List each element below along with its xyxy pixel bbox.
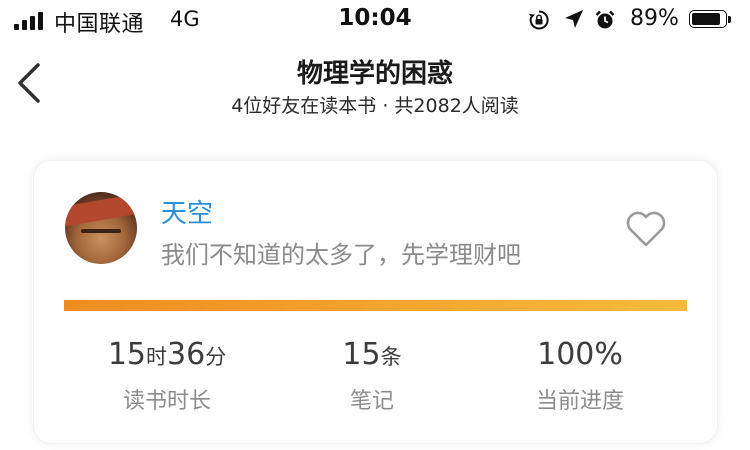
reading-minutes: 36 [167, 337, 206, 372]
navigation-header: 物理学的困惑 4位好友在读本书 · 共2082人阅读 [0, 45, 750, 125]
page-subtitle: 4位好友在读本书 · 共2082人阅读 [231, 95, 519, 117]
stat-progress: 100% 当前进度 [470, 337, 690, 415]
like-button[interactable] [624, 209, 668, 249]
minutes-unit: 分 [205, 345, 227, 369]
reading-progress-fill [64, 300, 687, 311]
battery-icon [689, 10, 733, 30]
user-name[interactable]: 天空 [161, 193, 213, 230]
progress-label: 当前进度 [535, 389, 624, 414]
stat-notes: 15条 笔记 [262, 337, 482, 415]
user-comment: 我们不知道的太多了，先学理财吧 [161, 241, 521, 269]
hours-unit: 时 [146, 345, 167, 369]
alarm-icon [595, 10, 615, 29]
stat-reading-time: 15时36分 读书时长 [57, 337, 277, 415]
location-arrow-icon [565, 10, 583, 28]
status-bar: 中国联通 4G 10:04 89% [0, 0, 750, 40]
notes-count: 15 [342, 337, 381, 372]
reading-time-value: 15时36分 [57, 337, 277, 377]
notes-value: 15条 [262, 337, 482, 377]
notes-unit: 条 [380, 345, 402, 369]
friend-reading-card[interactable]: 天空 我们不知道的太多了，先学理财吧 15时36分 读书时长 15条 笔记 10… [33, 160, 718, 444]
orientation-lock-icon [529, 10, 549, 30]
reading-hours: 15 [107, 337, 146, 372]
page-title: 物理学的困惑 [296, 59, 453, 89]
reading-time-label: 读书时长 [122, 389, 211, 414]
avatar[interactable] [65, 192, 137, 264]
reading-progress-bar [64, 300, 687, 311]
heart-outline-icon [626, 211, 666, 247]
progress-value: 100% [537, 337, 623, 372]
battery-percentage: 89% [630, 6, 679, 31]
notes-label: 笔记 [349, 389, 394, 414]
